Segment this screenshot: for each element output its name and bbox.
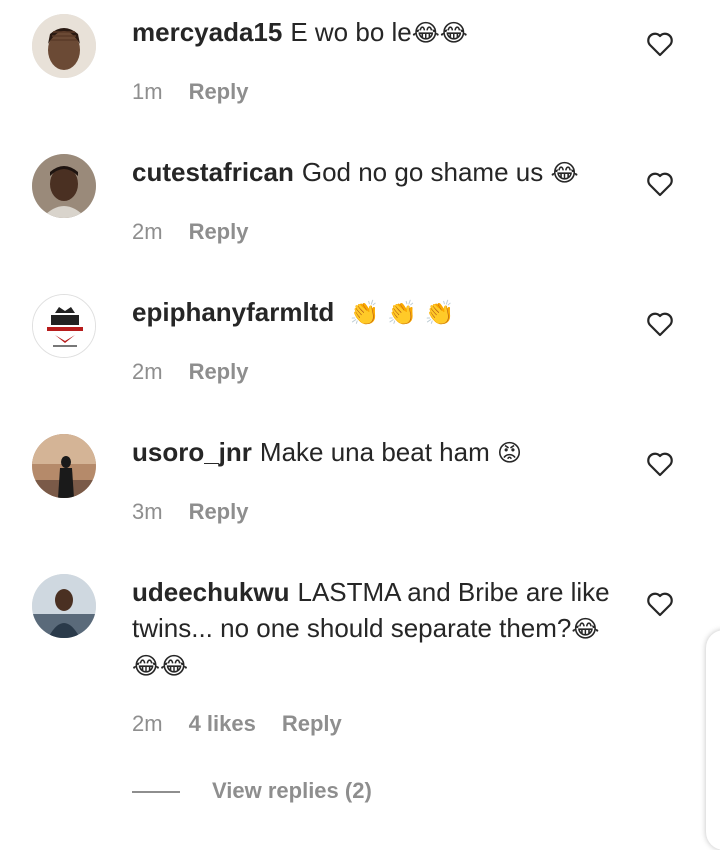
reply-button[interactable]: Reply — [189, 79, 249, 104]
heart-icon[interactable] — [646, 311, 674, 337]
avatar[interactable] — [32, 14, 96, 78]
comment-body: E wo bo le — [290, 17, 412, 47]
comment-text: udeechukwu LASTMA and Bribe are like twin… — [132, 574, 612, 684]
side-panel-edge — [706, 630, 720, 850]
comment-username[interactable]: epiphanyfarmltd — [132, 297, 334, 327]
comment-text: usoro_jnr Make una beat ham 😡 — [132, 434, 612, 471]
comment-time: 2m — [132, 359, 163, 384]
heart-icon[interactable] — [646, 451, 674, 477]
comment-username[interactable]: cutestafrican — [132, 157, 294, 187]
avatar[interactable] — [32, 154, 96, 218]
avatar[interactable] — [32, 434, 96, 498]
replies-divider — [132, 791, 180, 793]
comment-username[interactable]: usoro_jnr — [132, 437, 252, 467]
heart-icon[interactable] — [646, 591, 674, 617]
comment-meta: 2m 4 likes Reply — [132, 709, 368, 739]
comment-emoji: 👏 👏 👏 — [349, 299, 455, 327]
comment-emoji: 😂 — [550, 159, 579, 187]
comment-meta: 2m Reply — [132, 357, 274, 387]
comment-text: mercyada15 E wo bo le😂😂 — [132, 14, 612, 51]
reply-button[interactable]: Reply — [189, 359, 249, 384]
comment-emoji: 😡 — [496, 439, 522, 467]
view-replies-button[interactable]: View replies (2) — [212, 776, 372, 806]
comment-body: God no go shame us — [301, 157, 544, 187]
comment-body: Make una beat ham — [259, 437, 490, 467]
comment-meta: 3m Reply — [132, 497, 274, 527]
comment-text: cutestafrican God no go shame us 😂 — [132, 154, 612, 191]
comment-time: 1m — [132, 79, 163, 104]
heart-icon[interactable] — [646, 171, 674, 197]
comment-emoji: 😂😂 — [411, 19, 468, 47]
reply-button[interactable]: Reply — [189, 219, 249, 244]
comment-meta: 1m Reply — [132, 77, 274, 107]
heart-icon[interactable] — [646, 31, 674, 57]
comment-time: 2m — [132, 711, 163, 736]
likes-count[interactable]: 4 likes — [189, 711, 256, 736]
avatar[interactable] — [32, 574, 96, 638]
reply-button[interactable]: Reply — [189, 499, 249, 524]
comment-time: 3m — [132, 499, 163, 524]
comment-text: epiphanyfarmltd 👏 👏 👏 — [132, 294, 612, 331]
comment-username[interactable]: udeechukwu — [132, 577, 289, 607]
reply-button[interactable]: Reply — [282, 711, 342, 736]
comment-meta: 2m Reply — [132, 217, 274, 247]
comment-username[interactable]: mercyada15 — [132, 17, 282, 47]
comment-time: 2m — [132, 219, 163, 244]
avatar[interactable] — [32, 294, 96, 358]
